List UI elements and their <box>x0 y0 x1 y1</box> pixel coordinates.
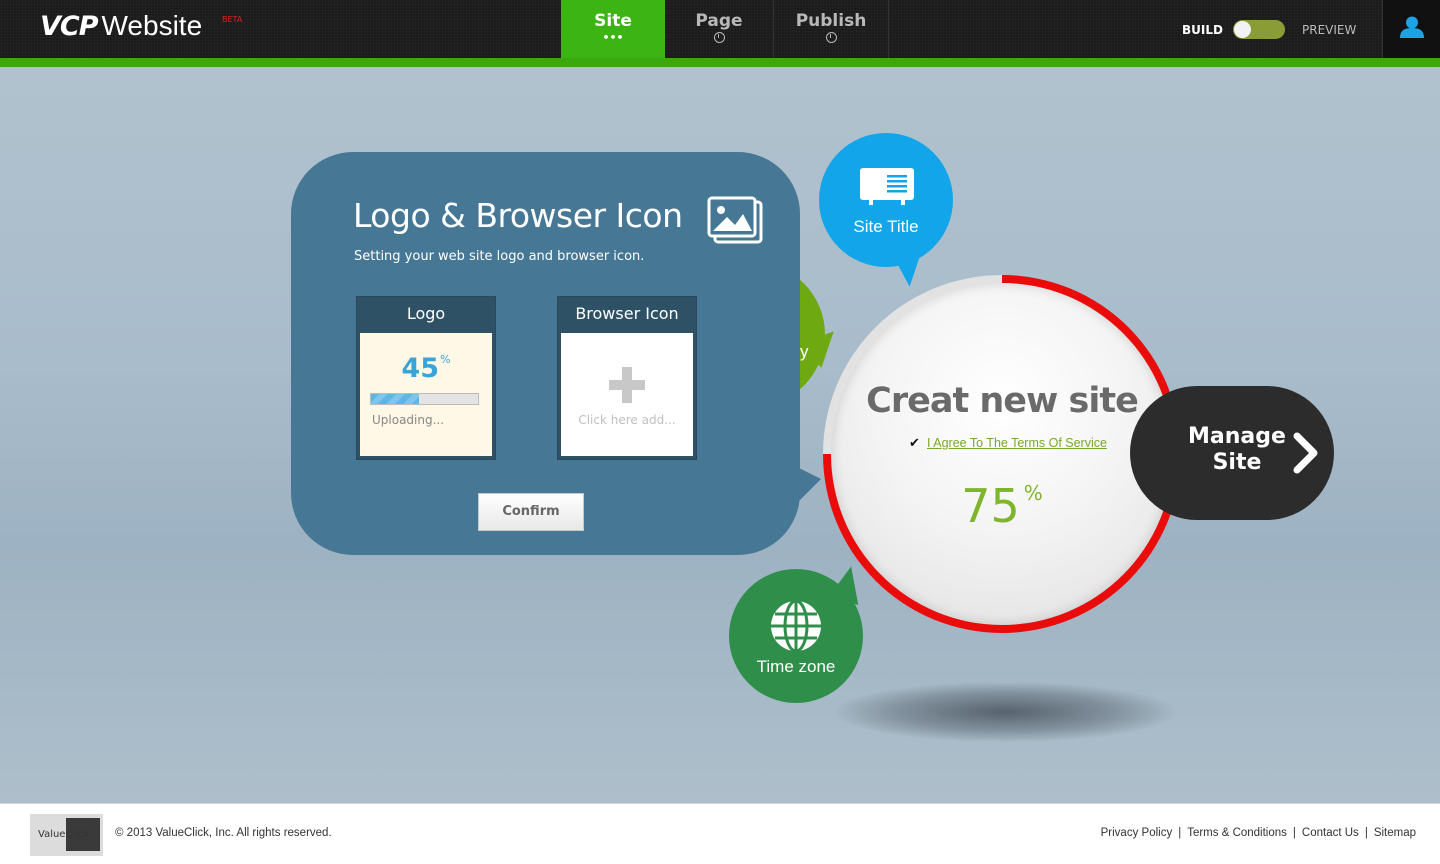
logo-browser-icon-panel: Logo & Browser Icon Setting your web sit… <box>291 152 800 555</box>
tab-publish-label: Publish <box>795 11 867 31</box>
manage-site-button[interactable]: Manage Site <box>1130 386 1334 520</box>
top-bar: VCP Website BETA Site ••• Page Publish BU… <box>0 0 1440 58</box>
header-accent-line <box>0 58 1440 67</box>
valueclick-logo[interactable]: ValueClick <box>30 814 103 856</box>
create-site-progress-ring: Creat new site ✔ I Agree To The Terms Of … <box>823 275 1181 633</box>
user-icon <box>1400 16 1424 38</box>
add-placeholder: Click here add... <box>578 413 676 427</box>
category-bubble-label: y <box>800 342 809 361</box>
upload-percent: 45% <box>401 353 451 384</box>
site-title-icon <box>860 168 914 205</box>
globe-icon <box>771 599 821 653</box>
sitemap-link[interactable]: Sitemap <box>1374 827 1416 839</box>
footer: ValueClick © 2013 ValueClick, Inc. All r… <box>0 803 1440 864</box>
copyright-text: © 2013 ValueClick, Inc. All rights reser… <box>115 827 332 839</box>
terms-agreement: ✔ I Agree To The Terms Of Service <box>909 436 1107 450</box>
terms-link[interactable]: I Agree To The Terms Of Service <box>927 436 1107 450</box>
panel-tail <box>797 467 821 503</box>
main-stage: y Logo & Browser Icon Setting your web s… <box>0 67 1440 803</box>
terms-checkbox[interactable]: ✔ <box>909 436 921 449</box>
create-progress-percent: 75% <box>961 479 1043 533</box>
manage-site-label: Manage Site <box>1188 424 1286 475</box>
brand-website: Website <box>101 10 203 41</box>
brand-vcp: VCP <box>40 11 98 42</box>
build-preview-toggle[interactable] <box>1233 20 1285 39</box>
tab-publish[interactable]: Publish <box>774 0 889 58</box>
tab-site[interactable]: Site ••• <box>561 0 665 58</box>
tab-page-label: Page <box>695 11 743 31</box>
beta-badge: BETA <box>222 15 243 24</box>
more-dots-icon: ••• <box>602 31 624 44</box>
time-zone-label: Time zone <box>756 657 836 676</box>
tab-page[interactable]: Page <box>665 0 774 58</box>
logo-upload-area[interactable]: 45% Uploading... <box>360 333 492 456</box>
time-zone-bubble[interactable]: Time zone <box>729 569 863 703</box>
plus-icon <box>609 367 645 403</box>
site-title-label: Site Title <box>853 217 919 236</box>
confirm-button[interactable]: Confirm <box>478 493 584 531</box>
image-gallery-icon <box>707 196 763 244</box>
valueclick-logo-text: ValueClick <box>38 829 90 840</box>
build-label: BUILD <box>1182 23 1223 37</box>
logo-slot-title: Logo <box>406 304 446 323</box>
contact-us-link[interactable]: Contact Us <box>1302 827 1359 839</box>
privacy-policy-link[interactable]: Privacy Policy <box>1101 827 1173 839</box>
toggle-knob <box>1234 21 1251 38</box>
terms-conditions-link[interactable]: Terms & Conditions <box>1187 827 1287 839</box>
upload-progress-fill <box>371 394 420 404</box>
brand-logo[interactable]: VCP Website BETA <box>40 10 242 42</box>
user-button[interactable] <box>1382 0 1440 58</box>
browser-icon-slot[interactable]: Browser Icon Click here add... <box>557 296 697 460</box>
chevron-right-icon <box>1293 432 1318 474</box>
clock-icon <box>713 32 725 43</box>
browser-icon-add-area[interactable]: Click here add... <box>561 333 693 456</box>
site-title-bubble[interactable]: Site Title <box>819 133 953 267</box>
create-site-title: Creat new site <box>866 381 1139 421</box>
footer-links: Privacy Policy | Terms & Conditions | Contac… <box>1100 827 1416 839</box>
tab-site-label: Site <box>594 11 632 31</box>
upload-status: Uploading... <box>372 413 445 427</box>
panel-subtitle: Setting your web site logo and browser i… <box>354 249 645 264</box>
circle-shadow <box>835 682 1175 742</box>
upload-progress-bar <box>370 393 479 405</box>
browser-icon-slot-title: Browser Icon <box>575 304 679 323</box>
preview-label: PREVIEW <box>1302 23 1357 37</box>
create-site-disc: Creat new site ✔ I Agree To The Terms Of … <box>831 283 1173 625</box>
clock-icon <box>825 32 837 43</box>
logo-slot[interactable]: Logo 45% Uploading... <box>356 296 496 460</box>
panel-title: Logo & Browser Icon <box>353 196 683 235</box>
